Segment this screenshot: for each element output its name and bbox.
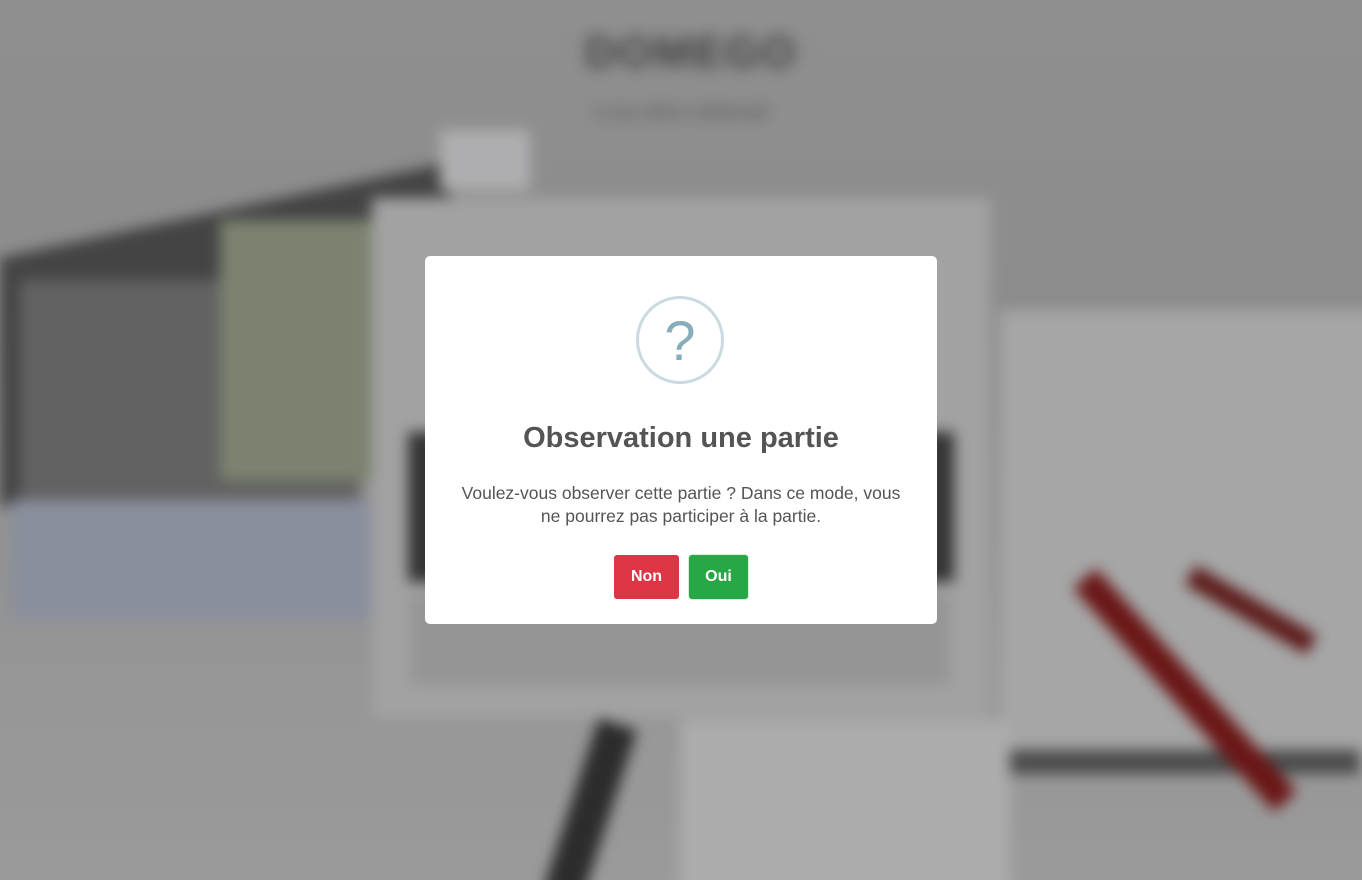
question-circle-icon: ?: [636, 296, 724, 384]
confirm-button[interactable]: Oui: [689, 555, 748, 599]
question-mark-glyph: ?: [664, 309, 696, 372]
cancel-button[interactable]: Non: [614, 555, 679, 599]
confirm-dialog: ? Observation une partie Voulez-vous obs…: [425, 256, 937, 624]
dialog-actions: Non Oui: [425, 555, 937, 599]
dialog-title: Observation une partie: [523, 422, 839, 454]
dialog-message: Voulez-vous observer cette partie ? Dans…: [461, 483, 901, 526]
